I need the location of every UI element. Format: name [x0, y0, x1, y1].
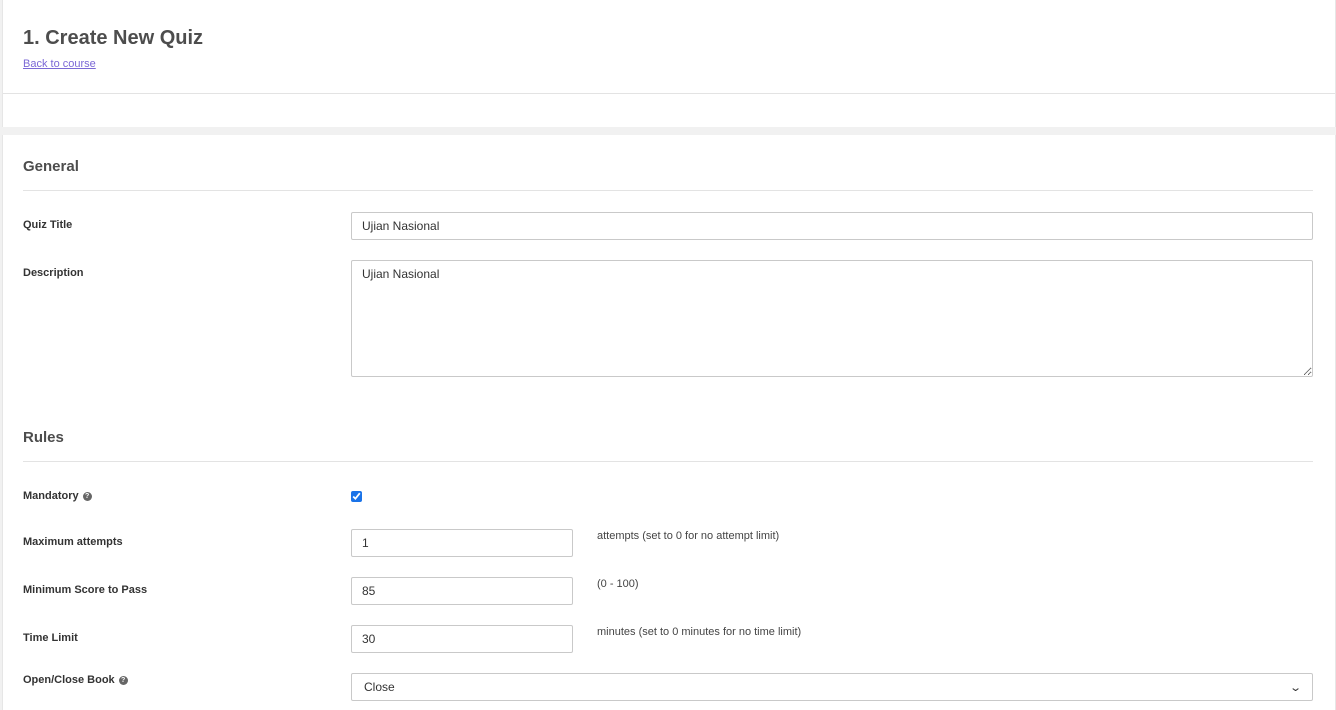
quiz-title-label-text: Quiz Title [23, 219, 73, 231]
help-icon[interactable]: ? [82, 491, 92, 501]
open-close-book-selected: Close [364, 680, 395, 694]
mandatory-label: Mandatory ? [23, 490, 92, 502]
time-limit-hint: minutes (set to 0 minutes for no time li… [597, 626, 802, 638]
section-divider [23, 461, 1313, 462]
time-limit-input[interactable] [351, 625, 573, 653]
chevron-down-icon: ⌄ [1288, 681, 1302, 694]
max-attempts-label: Maximum attempts [23, 536, 123, 548]
mandatory-checkbox[interactable] [351, 491, 362, 502]
min-score-input[interactable] [351, 577, 573, 605]
max-attempts-hint: attempts (set to 0 for no attempt limit) [597, 530, 780, 542]
mandatory-label-text: Mandatory [23, 490, 79, 502]
general-section-title: General [23, 158, 79, 175]
max-attempts-label-text: Maximum attempts [23, 536, 123, 548]
description-textarea[interactable]: Ujian Nasional [351, 260, 1313, 377]
min-score-label-text: Minimum Score to Pass [23, 584, 148, 596]
max-attempts-input[interactable] [351, 529, 573, 557]
time-limit-label: Time Limit [23, 632, 78, 644]
header-top: 1. Create New Quiz Back to course [3, 0, 1335, 94]
open-close-book-select[interactable]: Close ⌄ [351, 673, 1313, 701]
back-to-course-link[interactable]: Back to course [23, 58, 96, 70]
description-label-text: Description [23, 267, 84, 279]
open-close-book-label: Open/Close Book ? [23, 674, 128, 686]
page-header: 1. Create New Quiz Back to course [2, 0, 1336, 127]
page-title: 1. Create New Quiz [23, 27, 204, 49]
help-icon[interactable]: ? [118, 675, 128, 685]
min-score-label: Minimum Score to Pass [23, 584, 147, 596]
time-limit-label-text: Time Limit [23, 632, 78, 644]
quiz-title-label: Quiz Title [23, 219, 72, 231]
description-label: Description [23, 267, 84, 279]
quiz-title-input[interactable] [351, 212, 1313, 240]
open-close-book-label-text: Open/Close Book [23, 674, 115, 686]
quiz-form: General Quiz Title Description Ujian Nas… [2, 135, 1336, 710]
min-score-hint: (0 - 100) [597, 578, 639, 590]
rules-section-title: Rules [23, 429, 64, 446]
section-divider [23, 190, 1313, 191]
